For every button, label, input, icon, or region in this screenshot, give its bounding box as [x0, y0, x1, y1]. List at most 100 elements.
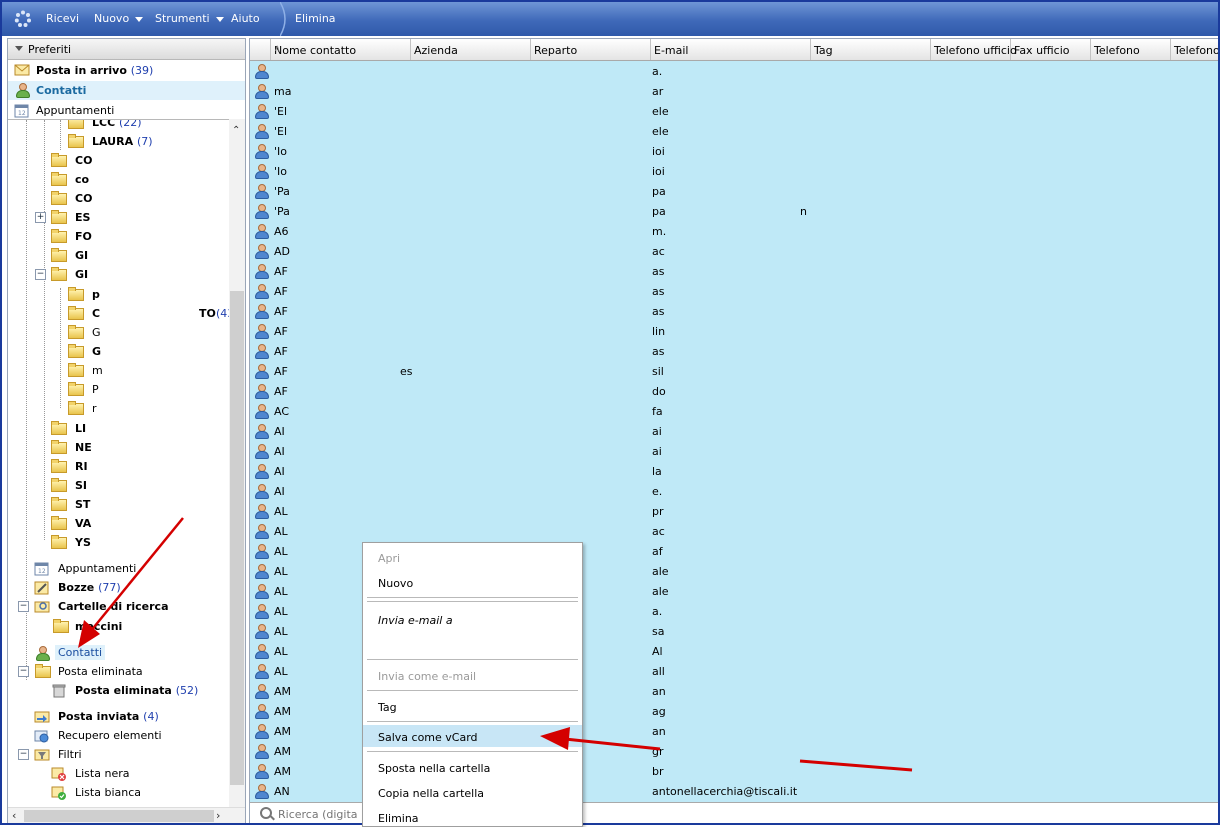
table-row[interactable]: AI e. [250, 481, 1218, 501]
column-tag[interactable]: Tag [811, 39, 931, 60]
help-button[interactable]: Aiuto [231, 12, 260, 25]
table-row[interactable]: 'Pa pa [250, 181, 1218, 201]
table-row[interactable]: AI ai [250, 441, 1218, 461]
folder-item[interactable]: + ES [8, 209, 229, 227]
table-row[interactable]: 'Pa pa n [250, 201, 1218, 221]
collapse-icon[interactable]: − [18, 749, 29, 760]
table-row[interactable]: 'El ele [250, 121, 1218, 141]
column-phone[interactable]: Telefono [1091, 39, 1171, 60]
column-name[interactable]: Nome contatto ∧ [271, 39, 411, 60]
delete-button[interactable]: Elimina [295, 12, 336, 25]
menu-item-delete[interactable]: Elimina [363, 806, 582, 826]
favorite-contacts[interactable]: Contatti [8, 81, 245, 100]
subfolder-item[interactable]: m [8, 362, 229, 380]
column-office-phone[interactable]: Telefono ufficio [931, 39, 1017, 60]
table-row[interactable]: AF as [250, 301, 1218, 321]
folder-item[interactable]: co [8, 171, 229, 189]
folder-item[interactable]: CO [8, 190, 229, 208]
folder-item[interactable]: − GI [8, 266, 229, 284]
table-row[interactable]: AD ac [250, 241, 1218, 261]
scroll-up-icon[interactable]: ⌃ [232, 125, 240, 136]
column-email[interactable]: E-mail [651, 39, 811, 60]
folder-item[interactable]: RI [8, 458, 229, 476]
tree-filters[interactable]: − Filtri [8, 746, 229, 764]
receive-button[interactable]: Ricevi [46, 12, 79, 25]
menu-item-open[interactable]: Apri [363, 546, 582, 568]
expand-icon[interactable]: + [35, 212, 46, 223]
table-row[interactable]: AC fa [250, 401, 1218, 421]
tree-search-folders[interactable]: − Cartelle di ricerca [8, 598, 229, 616]
menu-item-send-as-email[interactable]: Invia come e-mail [363, 664, 582, 686]
table-row[interactable]: a. [250, 61, 1218, 81]
menu-item-save-vcard[interactable]: Salva come vCard [363, 725, 582, 747]
folder-lcc[interactable]: LCC (22) [8, 120, 229, 132]
menu-item-move[interactable]: Sposta nella cartella [363, 756, 582, 778]
scroll-right-icon[interactable]: › [216, 809, 220, 822]
folder-item[interactable]: FO [8, 228, 229, 246]
table-row[interactable]: AL ac [250, 521, 1218, 541]
table-row[interactable]: ma ar [250, 81, 1218, 101]
table-row[interactable]: AI ai [250, 421, 1218, 441]
tree-blacklist[interactable]: Lista nera [8, 765, 229, 783]
favorite-appointments[interactable]: 12 Appuntamenti [8, 101, 245, 120]
tools-menu-button[interactable]: Strumenti [155, 12, 224, 25]
collapse-icon[interactable]: − [18, 601, 29, 612]
tree-whitelist[interactable]: Lista bianca [8, 784, 229, 802]
subfolder-item[interactable]: P [8, 381, 229, 399]
folder-item[interactable]: CO [8, 152, 229, 170]
folder-item[interactable]: NE [8, 439, 229, 457]
folder-laura[interactable]: LAURA (7) [8, 133, 229, 151]
tree-appointments[interactable]: 12 Appuntamenti [8, 560, 229, 578]
subfolder-item[interactable]: r [8, 400, 229, 418]
folder-item[interactable]: SI [8, 477, 229, 495]
folder-item[interactable]: GI [8, 247, 229, 265]
menu-item-tag[interactable]: Tag [363, 695, 582, 717]
tree-recovery[interactable]: Recupero elementi [8, 727, 229, 745]
menu-item-new[interactable]: Nuovo [363, 571, 582, 593]
table-row[interactable]: AF as [250, 261, 1218, 281]
folder-item[interactable]: ST [8, 496, 229, 514]
contact-person-icon [254, 424, 269, 439]
tree-sent[interactable]: Posta inviata (4) [8, 708, 229, 726]
table-row[interactable]: AF as [250, 341, 1218, 361]
table-row[interactable]: 'Io ioi [250, 141, 1218, 161]
collapse-icon[interactable]: − [18, 666, 29, 677]
subfolder-item[interactable]: G [8, 343, 229, 361]
table-row[interactable]: AF lin [250, 321, 1218, 341]
table-row[interactable]: AL pr [250, 501, 1218, 521]
column-company[interactable]: Azienda [411, 39, 531, 60]
column-icon[interactable] [250, 39, 271, 60]
table-row[interactable]: AF es sil [250, 361, 1218, 381]
tree-drafts[interactable]: Bozze (77) [8, 579, 229, 597]
folder-item[interactable]: VA [8, 515, 229, 533]
table-row[interactable]: AF as [250, 281, 1218, 301]
table-row[interactable]: 'El ele [250, 101, 1218, 121]
menu-item-send-email-to[interactable]: Invia e-mail a [363, 608, 582, 630]
table-row[interactable]: AI la [250, 461, 1218, 481]
folder-item[interactable]: YS [8, 534, 229, 552]
tree-contacts[interactable]: Contatti [8, 644, 229, 662]
favorites-header[interactable]: Preferiti [8, 39, 245, 60]
tree-deleted[interactable]: − Posta eliminata [8, 663, 229, 681]
subfolder-item[interactable]: p [8, 286, 229, 304]
tree-search-sub[interactable]: maccini [8, 618, 229, 636]
column-phone-2[interactable]: Telefono [1171, 39, 1218, 60]
scroll-left-icon[interactable]: ‹ [12, 809, 16, 822]
scrollbar-thumb[interactable] [24, 810, 214, 822]
favorite-inbox[interactable]: Posta in arrivo (39) [8, 61, 245, 80]
tree-horizontal-scrollbar[interactable]: ‹ › [8, 807, 245, 823]
table-row[interactable]: 'Io ioi [250, 161, 1218, 181]
menu-item-copy[interactable]: Copia nella cartella [363, 781, 582, 803]
subfolder-item[interactable]: G [8, 324, 229, 342]
new-menu-button[interactable]: Nuovo [94, 12, 144, 25]
tree-deleted-sub[interactable]: Posta eliminata (52) [8, 682, 229, 700]
column-office-fax[interactable]: Fax ufficio [1011, 39, 1091, 60]
tree-vertical-scrollbar[interactable]: ⌃ [229, 119, 245, 807]
folder-item[interactable]: LI [8, 420, 229, 438]
table-row[interactable]: A6 m. [250, 221, 1218, 241]
table-row[interactable]: AF do [250, 381, 1218, 401]
subfolder-item[interactable]: C TO(43 [8, 305, 229, 323]
column-department[interactable]: Reparto [531, 39, 651, 60]
collapse-icon[interactable]: − [35, 269, 46, 280]
scrollbar-thumb[interactable] [230, 291, 244, 785]
